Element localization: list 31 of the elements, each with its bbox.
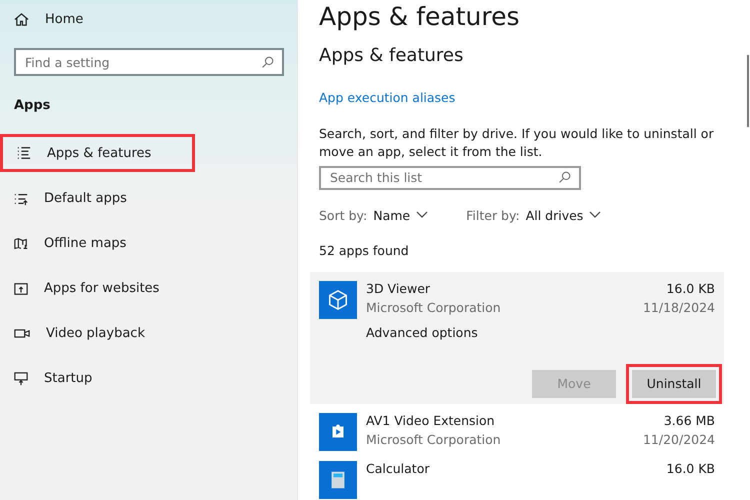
app-action-button[interactable]: Uninstall xyxy=(632,370,716,398)
app-name: AV1 Video Extension xyxy=(366,412,495,428)
page-title: Apps & features xyxy=(319,2,521,31)
sidebar-item[interactable]: Apps & features xyxy=(47,146,152,160)
sidebar-item[interactable]: Startup xyxy=(44,371,92,386)
sidebar-item[interactable]: Video playback xyxy=(46,326,145,341)
section-title: Apps & features xyxy=(319,45,464,66)
app-name: 3D Viewer xyxy=(366,280,430,296)
home-link[interactable]: Home xyxy=(45,12,84,26)
sidebar-item[interactable]: Offline maps xyxy=(44,236,126,251)
sidebar-item[interactable]: Apps for websites xyxy=(44,281,160,296)
app-size: 16.0 KB xyxy=(666,460,715,476)
app-date: 11/18/2024 xyxy=(642,300,715,315)
app-list-item[interactable]: Calculator 16.0 KB xyxy=(310,452,724,500)
app-date: 11/20/2024 xyxy=(642,432,715,447)
section-heading: Apps xyxy=(14,98,52,113)
search-field[interactable]: Find a setting xyxy=(14,48,284,76)
aliases-link[interactable]: App execution aliases xyxy=(319,90,750,105)
advanced-options-link[interactable]: Advanced options xyxy=(366,324,715,340)
filter-dropdown[interactable]: Filter by: All drives xyxy=(462,208,606,223)
apps-count: 52 apps found xyxy=(319,242,410,258)
sort-dropdown[interactable]: Sort by: Name xyxy=(315,208,432,223)
sidebar-item[interactable]: Default apps xyxy=(44,191,127,206)
search-field[interactable]: Search this list xyxy=(319,166,581,190)
app-name: Calculator xyxy=(366,460,430,476)
app-publisher: Microsoft Corporation xyxy=(366,432,501,447)
app-size: 16.0 KB xyxy=(666,280,715,296)
app-size: 3.66 MB xyxy=(664,412,715,428)
description-text: Search, sort, and filter by drive. If you would like to uninstall or move an app, select it from the list. xyxy=(319,125,715,161)
app-publisher: Microsoft Corporation xyxy=(366,300,501,315)
app-list-item[interactable]: AV1 Video Extension 3.66 MB Microsoft Corporation 11/20/2024 xyxy=(310,404,724,452)
